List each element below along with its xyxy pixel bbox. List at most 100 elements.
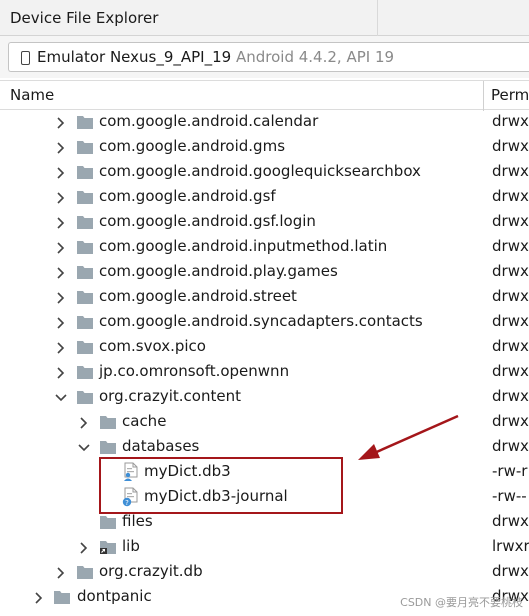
folder-link-icon — [99, 539, 117, 555]
device-info: Android 4.4.2, API 19 — [235, 48, 395, 66]
device-bar: Emulator Nexus_9_API_19 Android 4.4.2, A… — [0, 36, 529, 78]
title-bar-separator — [377, 0, 378, 36]
tree-row-label: com.google.android.gsf.login — [99, 212, 316, 230]
folder-icon — [53, 589, 71, 605]
folder-icon — [76, 214, 94, 230]
tree-row-com-google-android-street[interactable]: com.google.android.street drwx — [0, 285, 529, 310]
tree-row-label: com.svox.pico — [99, 337, 206, 355]
tree-row-label: com.google.android.street — [99, 287, 297, 305]
tree-row-lib[interactable]: lib lrwxr — [0, 535, 529, 560]
chevron-down-icon[interactable] — [54, 391, 68, 405]
tree-row-permissions: -rw-- — [492, 487, 527, 505]
tree-row-org-crazyit-content[interactable]: org.crazyit.content drwx — [0, 385, 529, 410]
chevron-right-icon[interactable] — [54, 191, 68, 205]
tree-row-permissions: drwx — [492, 187, 529, 205]
column-permissions-header[interactable]: Perm — [491, 86, 529, 104]
folder-icon — [76, 364, 94, 380]
folder-icon — [76, 164, 94, 180]
folder-icon — [76, 289, 94, 305]
tree-row-label: com.google.android.googlequicksearchbox — [99, 162, 421, 180]
tree-row-permissions: drwx — [492, 562, 529, 580]
tree-row-label: org.crazyit.db — [99, 562, 203, 580]
folder-icon — [76, 139, 94, 155]
folder-icon — [76, 314, 94, 330]
tree-row-com-google-android-googlequicksearchbox[interactable]: com.google.android.googlequicksearchbox d… — [0, 160, 529, 185]
tree-row-org-crazyit-db[interactable]: org.crazyit.db drwx — [0, 560, 529, 585]
folder-icon — [76, 264, 94, 280]
chevron-right-icon[interactable] — [54, 216, 68, 230]
folder-icon — [99, 514, 117, 530]
tree-row-label: org.crazyit.content — [99, 387, 241, 405]
tree-row-label: com.google.android.play.games — [99, 262, 338, 280]
window-title: Device File Explorer — [10, 9, 159, 27]
chevron-right-icon[interactable] — [32, 591, 46, 605]
column-name-header[interactable]: Name — [10, 86, 54, 104]
tree-row-label: lib — [122, 537, 140, 555]
folder-icon — [99, 414, 117, 430]
tree-row-com-google-android-play-games[interactable]: com.google.android.play.games drwx — [0, 260, 529, 285]
tree-row-com-google-android-inputmethod-latin[interactable]: com.google.android.inputmethod.latin drwx — [0, 235, 529, 260]
tree-row-jp-co-omronsoft-openwnn[interactable]: jp.co.omronsoft.openwnn drwx — [0, 360, 529, 385]
title-bar: Device File Explorer — [0, 0, 529, 36]
tree-row-label: files — [122, 512, 153, 530]
device-label: Emulator Nexus_9_API_19 Android 4.4.2, A… — [37, 48, 394, 66]
tree-row-com-google-android-gms[interactable]: com.google.android.gms drwx — [0, 135, 529, 160]
tree-row-com-google-android-gsf-login[interactable]: com.google.android.gsf.login drwx — [0, 210, 529, 235]
chevron-right-icon[interactable] — [54, 166, 68, 180]
tree-row-com-google-android-syncadapters-contacts[interactable]: com.google.android.syncadapters.contacts… — [0, 310, 529, 335]
chevron-right-icon[interactable] — [54, 341, 68, 355]
tree-row-label: com.google.android.calendar — [99, 112, 319, 130]
tree-row-permissions: drwx — [492, 337, 529, 355]
tree-row-permissions: drwx — [492, 162, 529, 180]
device-name: Emulator Nexus_9_API_19 — [37, 48, 232, 66]
tree-row-com-google-android-gsf[interactable]: com.google.android.gsf drwx — [0, 185, 529, 210]
column-header: Name Perm — [0, 80, 529, 111]
tree-row-permissions: drwx — [492, 312, 529, 330]
folder-icon — [76, 339, 94, 355]
column-separator[interactable] — [483, 81, 484, 111]
tree-row-label: dontpanic — [77, 587, 152, 605]
tree-row-com-google-android-calendar[interactable]: com.google.android.calendar drwx — [0, 110, 529, 135]
tree-row-label: com.google.android.gsf — [99, 187, 276, 205]
watermark: CSDN @要月亮不要桃枝 — [400, 596, 523, 609]
tree-row-label: jp.co.omronsoft.openwnn — [99, 362, 290, 380]
tree-row-permissions: drwx — [492, 287, 529, 305]
tree-row-permissions: lrwxr — [492, 537, 529, 555]
chevron-right-icon[interactable] — [54, 241, 68, 255]
chevron-right-icon[interactable] — [54, 116, 68, 130]
tree-row-permissions: drwx — [492, 437, 529, 455]
tree-row-label: com.google.android.gms — [99, 137, 286, 155]
device-selector[interactable]: Emulator Nexus_9_API_19 Android 4.4.2, A… — [8, 42, 529, 72]
annotation-arrow — [358, 414, 459, 460]
folder-icon — [76, 239, 94, 255]
tree-row-label: com.google.android.syncadapters.contacts — [99, 312, 423, 330]
chevron-right-icon[interactable] — [54, 566, 68, 580]
tree-row-label: databases — [122, 437, 200, 455]
phone-icon — [21, 51, 30, 65]
chevron-down-icon[interactable] — [77, 441, 91, 455]
folder-icon — [99, 439, 117, 455]
chevron-right-icon[interactable] — [54, 316, 68, 330]
tree-row-permissions: -rw-r — [492, 462, 528, 480]
tree-row-permissions: drwx — [492, 262, 529, 280]
tree-row-permissions: drwx — [492, 212, 529, 230]
tree-row-permissions: drwx — [492, 387, 529, 405]
folder-icon — [76, 114, 94, 130]
tree-row-permissions: drwx — [492, 412, 529, 430]
tree-row-permissions: drwx — [492, 137, 529, 155]
tree-row-permissions: drwx — [492, 112, 529, 130]
folder-icon — [76, 564, 94, 580]
tree-row-label: com.google.android.inputmethod.latin — [99, 237, 388, 255]
folder-icon — [76, 389, 94, 405]
file-tree: com.google.android.calendar drwx com.googl… — [0, 110, 529, 616]
chevron-right-icon[interactable] — [54, 291, 68, 305]
folder-icon — [76, 189, 94, 205]
tree-row-label: cache — [122, 412, 167, 430]
chevron-right-icon[interactable] — [77, 416, 91, 430]
chevron-right-icon[interactable] — [77, 541, 91, 555]
tree-row-com-svox-pico[interactable]: com.svox.pico drwx — [0, 335, 529, 360]
chevron-right-icon[interactable] — [54, 266, 68, 280]
tree-row-permissions: drwx — [492, 512, 529, 530]
chevron-right-icon[interactable] — [54, 366, 68, 380]
chevron-right-icon[interactable] — [54, 141, 68, 155]
